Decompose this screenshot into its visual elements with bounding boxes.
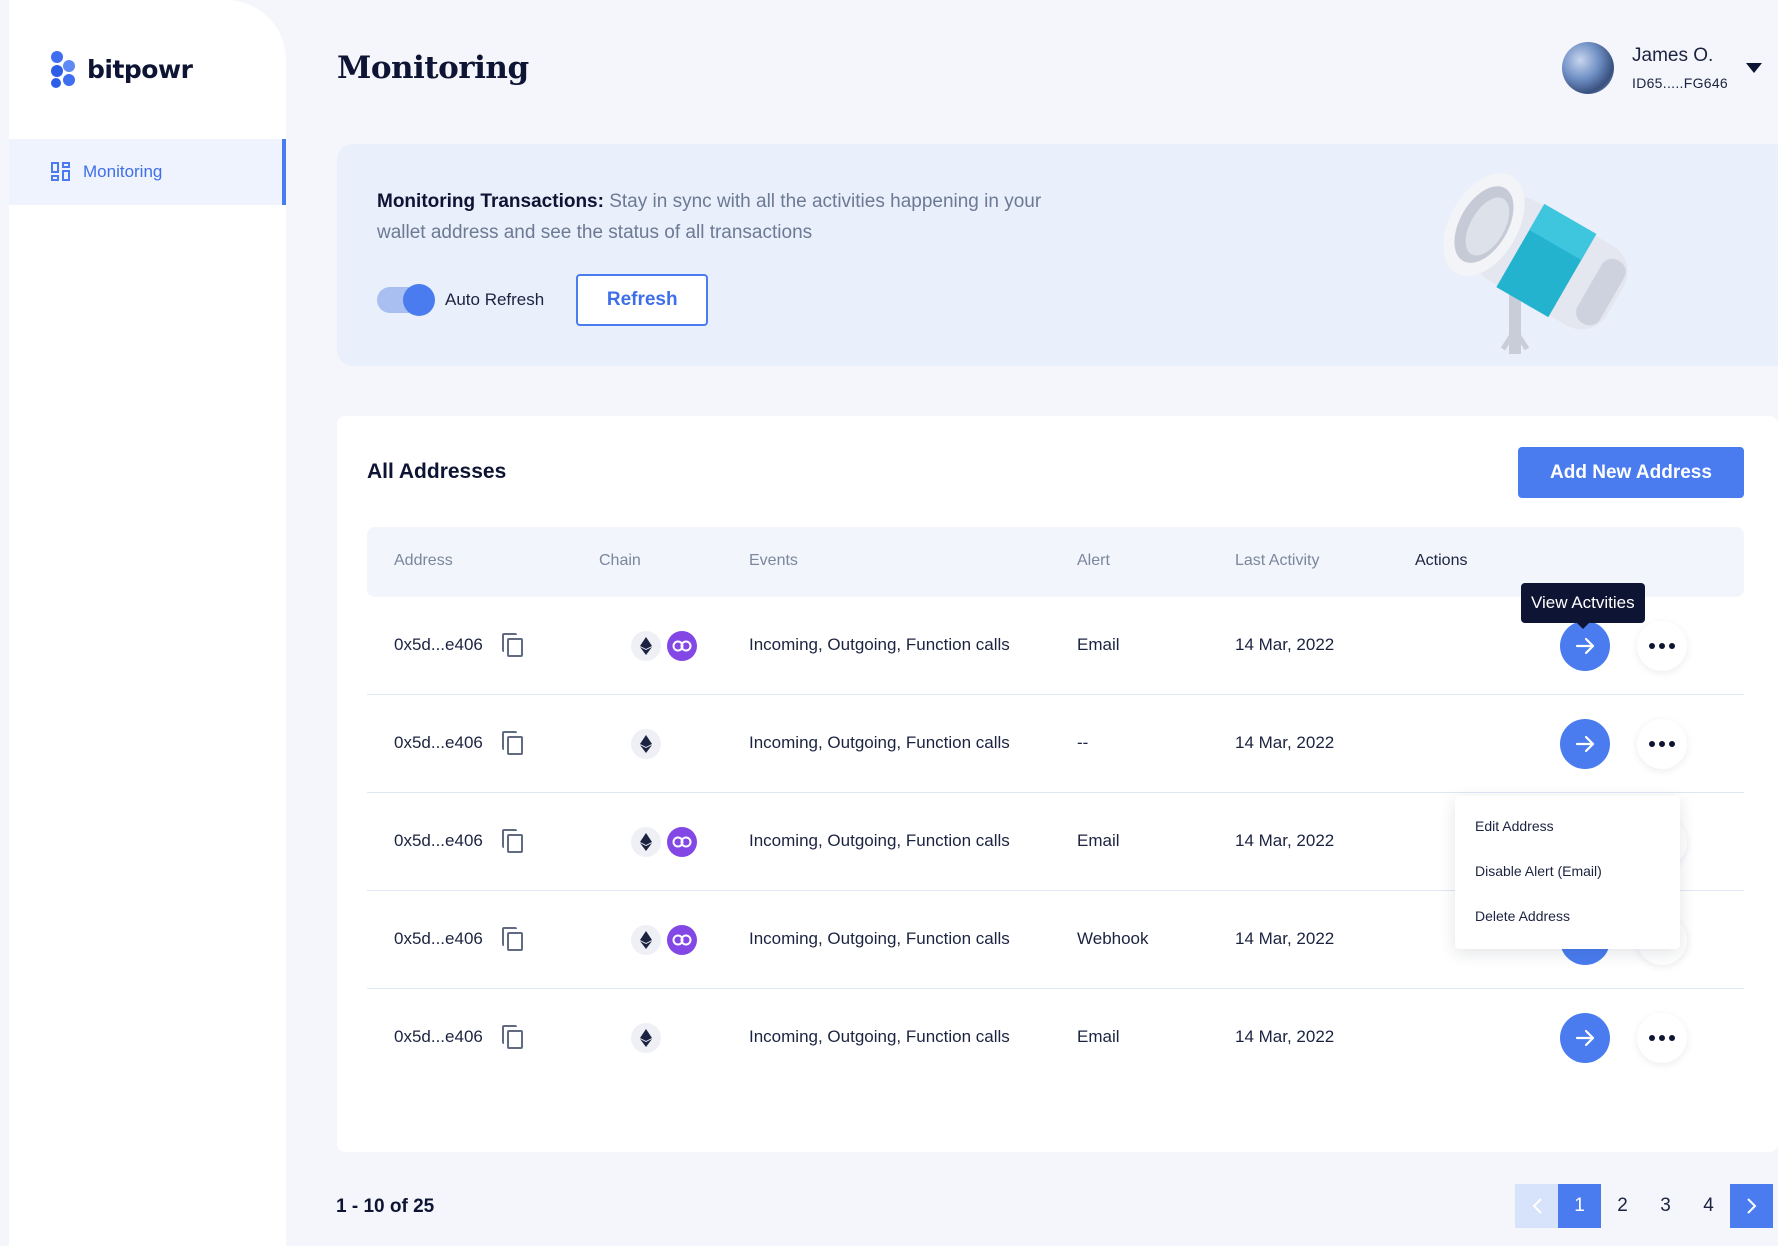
table-row: 0x5d...e406 Incoming, Outgoing, Function… [367,989,1744,1087]
avatar[interactable] [1562,42,1614,94]
user-menu[interactable]: James O. ID65.....FG646 [1562,42,1763,94]
user-info: James O. ID65.....FG646 [1632,45,1728,91]
address-cell: 0x5d...e406 [394,831,483,850]
arrow-right-icon [1575,637,1595,655]
events-cell: Incoming, Outgoing, Function calls [749,831,1010,850]
column-header-chain: Chain [599,552,641,569]
chevron-right-icon [1746,1198,1756,1214]
alert-cell: -- [1077,733,1089,752]
copy-icon[interactable] [502,633,524,657]
row-actions-menu: Edit Address Disable Alert (Email) Delet… [1455,796,1680,949]
address-cell: 0x5d...e406 [394,1027,483,1046]
column-header-alert: Alert [1077,552,1110,569]
events-cell: Incoming, Outgoing, Function calls [749,733,1010,752]
card-title: All Addresses [367,460,507,483]
last-activity-cell: 14 Mar, 2022 [1235,929,1335,948]
events-cell: Incoming, Outgoing, Function calls [749,635,1010,654]
auto-refresh-label: Auto Refresh [445,290,545,309]
auto-refresh-row: Auto Refresh Refresh [377,274,709,326]
auto-refresh-toggle[interactable] [377,284,435,316]
user-id: ID65.....FG646 [1632,75,1729,91]
banner-description: Monitoring Transactions: Stay in sync wi… [377,186,1077,248]
alert-cell: Email [1077,635,1120,654]
column-header-last-activity: Last Activity [1235,552,1320,569]
last-activity-cell: 14 Mar, 2022 [1235,635,1335,654]
page-button[interactable]: 2 [1601,1184,1644,1228]
pagination: 1 2 3 4 [1515,1184,1773,1228]
polygon-icon [667,827,697,857]
last-activity-cell: 14 Mar, 2022 [1235,733,1335,752]
menu-item-delete-address[interactable]: Delete Address [1455,908,1680,953]
sidebar: bitpowr Monitoring [9,0,286,1246]
user-name: James O. [1632,45,1714,66]
more-options-button[interactable] [1637,621,1687,671]
addresses-card: All Addresses Add New Address Address Ch… [337,416,1778,1152]
last-activity-cell: 14 Mar, 2022 [1235,1027,1335,1046]
address-cell: 0x5d...e406 [394,733,483,752]
ethereum-icon [631,925,661,955]
view-activities-tooltip: View Actvities [1521,583,1645,629]
page-button[interactable]: 4 [1687,1184,1730,1228]
dashboard-icon [51,162,71,182]
alert-cell: Webhook [1077,929,1149,948]
banner-heading: Monitoring Transactions: [377,191,604,212]
menu-item-disable-alert[interactable]: Disable Alert (Email) [1455,863,1680,908]
column-header-events: Events [749,552,798,569]
arrow-right-icon [1575,1029,1595,1047]
sidebar-item-monitoring[interactable]: Monitoring [9,139,286,205]
logo-text: bitpowr [87,54,193,84]
ethereum-icon [631,1023,661,1053]
ethereum-icon [631,729,661,759]
last-activity-cell: 14 Mar, 2022 [1235,831,1335,850]
sidebar-item-label: Monitoring [83,162,163,181]
alert-cell: Email [1077,831,1120,850]
address-cell: 0x5d...e406 [394,635,483,654]
menu-item-edit-address[interactable]: Edit Address [1455,818,1680,863]
polygon-icon [667,925,697,955]
chevron-left-icon [1532,1198,1542,1214]
copy-icon[interactable] [502,731,524,755]
more-options-button[interactable] [1637,1013,1687,1063]
bitpowr-logo-icon [49,48,79,90]
monitoring-banner: Monitoring Transactions: Stay in sync wi… [337,144,1778,366]
view-activities-button[interactable] [1560,1013,1610,1063]
table-row: 0x5d...e406 Incoming, Outgoing, Function… [367,695,1744,793]
page-title: Monitoring [337,50,529,86]
alert-cell: Email [1077,1027,1120,1046]
page-button[interactable]: 3 [1644,1184,1687,1228]
polygon-icon [667,631,697,661]
column-header-actions: Actions [1415,552,1468,569]
logo[interactable]: bitpowr [49,48,193,90]
copy-icon[interactable] [502,1025,524,1049]
events-cell: Incoming, Outgoing, Function calls [749,929,1010,948]
telescope-illustration [1443,173,1628,354]
arrow-right-icon [1575,735,1595,753]
page-button[interactable]: 1 [1558,1184,1601,1228]
more-options-button[interactable] [1637,719,1687,769]
caret-down-icon[interactable] [1746,63,1763,73]
ethereum-icon [631,631,661,661]
events-cell: Incoming, Outgoing, Function calls [749,1027,1010,1046]
ethereum-icon [631,827,661,857]
column-header-address: Address [394,552,453,569]
add-new-address-button[interactable]: Add New Address [1518,447,1744,498]
refresh-button[interactable]: Refresh [576,274,709,326]
prev-page-button[interactable] [1515,1184,1558,1228]
next-page-button[interactable] [1730,1184,1773,1228]
copy-icon[interactable] [502,829,524,853]
view-activities-button[interactable] [1560,719,1610,769]
address-cell: 0x5d...e406 [394,929,483,948]
pagination-summary: 1 - 10 of 25 [336,1196,435,1217]
copy-icon[interactable] [502,927,524,951]
